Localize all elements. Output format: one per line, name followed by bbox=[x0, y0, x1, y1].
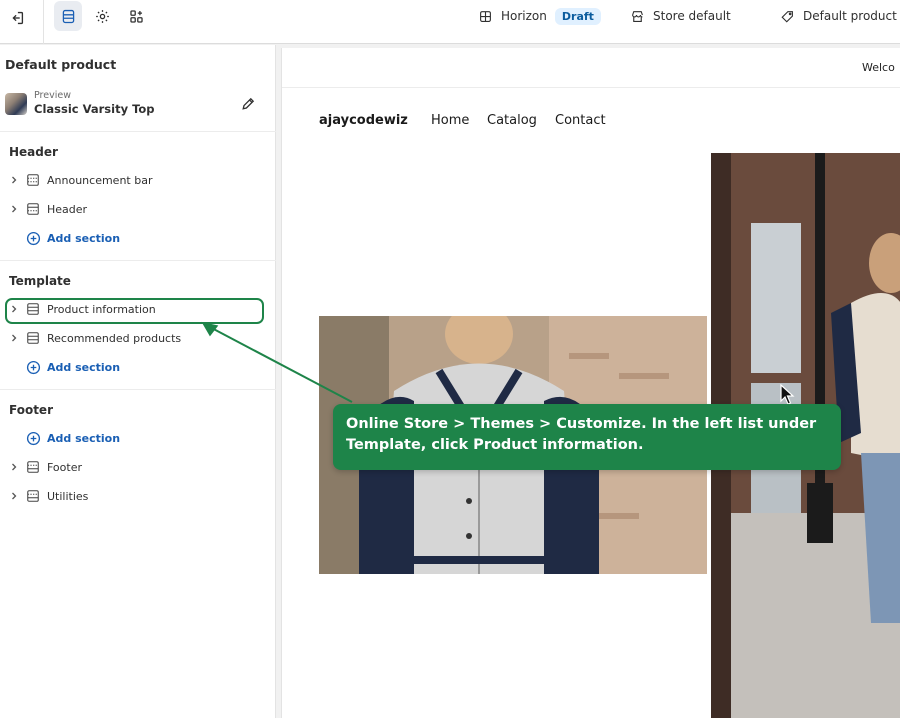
toolbar-divider bbox=[43, 0, 44, 44]
add-section-header[interactable]: Add section bbox=[6, 226, 262, 250]
chevron-right-icon[interactable] bbox=[8, 490, 20, 502]
store-brand[interactable]: ajaycodewiz bbox=[319, 113, 408, 128]
section-row-header[interactable]: Header bbox=[6, 197, 262, 221]
mouse-cursor-icon bbox=[780, 384, 795, 405]
divider bbox=[0, 131, 276, 132]
section-row-recommended-products[interactable]: Recommended products bbox=[6, 326, 262, 350]
header-section-icon bbox=[27, 203, 39, 215]
chevron-right-icon[interactable] bbox=[8, 332, 20, 344]
plus-circle-icon bbox=[26, 360, 41, 374]
store-name: Store default bbox=[653, 9, 731, 23]
chevron-right-icon[interactable] bbox=[8, 203, 20, 215]
nav-link-home[interactable]: Home bbox=[431, 113, 469, 128]
store-icon bbox=[632, 10, 643, 22]
section-row-utilities[interactable]: Utilities bbox=[6, 484, 262, 508]
highlight-box bbox=[5, 298, 264, 324]
chevron-right-icon[interactable] bbox=[8, 461, 20, 473]
apps-button[interactable] bbox=[122, 1, 150, 31]
add-section-label: Add section bbox=[47, 231, 121, 245]
welcome-text: Welco bbox=[862, 61, 895, 74]
add-section-template[interactable]: Add section bbox=[6, 355, 262, 379]
section-label: Announcement bar bbox=[47, 173, 153, 187]
gear-icon bbox=[95, 9, 109, 23]
instruction-callout: Online Store > Themes > Customize. In th… bbox=[333, 404, 841, 470]
group-title-header: Header bbox=[9, 145, 58, 159]
announcement-strip: Welco bbox=[282, 48, 900, 88]
footer-section-icon bbox=[27, 461, 39, 473]
section-label: Recommended products bbox=[47, 331, 182, 345]
store-preview-canvas[interactable]: Welco ajaycodewiz Home Catalog Contact bbox=[281, 48, 900, 718]
theme-settings-button[interactable] bbox=[88, 1, 116, 31]
nav-link-contact[interactable]: Contact bbox=[555, 113, 606, 128]
product-thumbnail bbox=[5, 93, 27, 115]
plus-circle-icon bbox=[26, 231, 41, 245]
plus-circle-icon bbox=[26, 431, 41, 445]
template-selector[interactable]: Default product bbox=[780, 6, 897, 26]
draft-badge: Draft bbox=[554, 7, 601, 25]
sections-tab-button[interactable] bbox=[54, 1, 82, 31]
preview-product: Preview Classic Varsity Top bbox=[5, 90, 265, 122]
theme-selector[interactable]: Horizon Draft bbox=[478, 6, 601, 26]
theme-name: Horizon bbox=[501, 9, 547, 23]
layout-icon bbox=[480, 10, 491, 22]
top-bar: Horizon Draft Store default Default prod… bbox=[0, 0, 900, 44]
announcement-bar-icon bbox=[27, 174, 39, 186]
template-name: Default product bbox=[803, 9, 897, 23]
preview-label: Preview bbox=[34, 90, 71, 101]
tag-icon bbox=[781, 10, 793, 23]
nav-link-catalog[interactable]: Catalog bbox=[487, 113, 537, 128]
divider bbox=[0, 260, 276, 261]
sections-sidebar: Default product Preview Classic Varsity … bbox=[0, 45, 276, 718]
add-section-label: Add section bbox=[47, 431, 121, 445]
pencil-icon[interactable] bbox=[240, 96, 256, 112]
exit-icon[interactable] bbox=[8, 9, 26, 27]
section-icon bbox=[27, 332, 39, 344]
section-row-footer[interactable]: Footer bbox=[6, 455, 262, 479]
add-section-footer[interactable]: Add section bbox=[6, 426, 262, 450]
group-title-template: Template bbox=[9, 274, 71, 288]
section-label: Header bbox=[47, 202, 88, 216]
sections-icon bbox=[62, 9, 74, 23]
utilities-section-icon bbox=[27, 490, 39, 502]
divider bbox=[0, 389, 276, 390]
section-label: Footer bbox=[47, 460, 82, 474]
apps-icon bbox=[129, 9, 143, 23]
chevron-right-icon[interactable] bbox=[8, 174, 20, 186]
store-selector[interactable]: Store default bbox=[630, 6, 731, 26]
group-title-footer: Footer bbox=[9, 403, 53, 417]
preview-product-name: Classic Varsity Top bbox=[34, 102, 155, 116]
add-section-label: Add section bbox=[47, 360, 121, 374]
sidebar-title: Default product bbox=[5, 57, 117, 72]
section-label: Utilities bbox=[47, 489, 89, 503]
section-row-announcement-bar[interactable]: Announcement bar bbox=[6, 168, 262, 192]
